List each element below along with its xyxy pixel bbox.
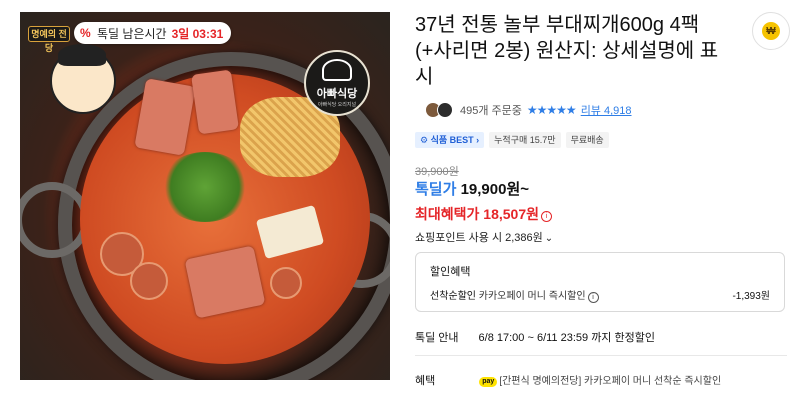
tag-best-label: 식품 BEST <box>430 135 474 145</box>
food-sausage <box>130 262 168 300</box>
info-icon[interactable]: i <box>587 292 599 303</box>
pay-benefit-row: 혜택 pay [간편식 명예의전당] 카카오페이 머니 선착순 즉시할인 <box>415 372 721 388</box>
store-logo-text: 아빠식당 <box>316 87 358 100</box>
deal-period-text: 6/8 17:00 ~ 6/11 23:59 까지 한정할인 <box>478 332 655 344</box>
info-icon[interactable]: i <box>541 211 552 222</box>
chef-illustration <box>50 44 116 114</box>
timer-label: 톡딜 남은시간 <box>97 26 167 41</box>
coin-button[interactable]: ₩ <box>752 12 790 50</box>
deal-price-value: 19,900원~ <box>460 181 530 198</box>
chef-hat-icon <box>322 58 352 81</box>
max-benefit-text: 최대혜택가 18,507원 <box>415 206 539 222</box>
percent-icon: % <box>80 26 91 40</box>
deal-price: 톡딜가 19,900원~ <box>415 178 529 199</box>
store-logo-sub: 아빠식당 오리지널 <box>317 101 357 108</box>
benefit-line-label: 선착순할인 <box>430 291 476 302</box>
benefit-box: 할인혜택 선착순할인 카카오페이 머니 즉시할인 i -1,393원 <box>415 252 785 312</box>
deal-period-label: 톡딜 안내 <box>415 332 459 344</box>
max-benefit-price[interactable]: 최대혜택가 18,507원 i <box>415 204 552 224</box>
points-text: 쇼핑포인트 사용 시 2,386원 <box>415 232 543 244</box>
pay-benefit-text: [간편식 명예의전당] 카카오페이 머니 선착순 즉시할인 <box>499 376 722 387</box>
won-coin-icon: ₩ <box>762 22 780 40</box>
food-herb <box>160 152 250 222</box>
benefit-line: 선착순할인 카카오페이 머니 즉시할인 i <box>430 287 599 303</box>
order-count: 495개 주문중 <box>460 105 522 117</box>
benefit-line-text: 카카오페이 머니 즉시할인 <box>478 291 586 302</box>
deal-period-row: 톡딜 안내 6/8 17:00 ~ 6/11 23:59 까지 한정할인 <box>415 329 655 345</box>
timer-value: 3일 03:31 <box>171 26 224 41</box>
divider <box>415 355 787 356</box>
deal-price-label: 톡딜가 <box>415 181 457 198</box>
tag-cumulative: 누적구매 15.7만 <box>489 132 561 148</box>
benefit-amount: -1,393원 <box>732 291 770 302</box>
famous-badge: 명예의 전당 <box>28 26 70 53</box>
food-spam <box>191 69 239 135</box>
tags-row: ⚙ 식품 BEST › 누적구매 15.7만 무료배송 <box>415 132 609 148</box>
rating-row: 495개 주문중 ★★★★★ 리뷰 4,918 <box>425 102 632 118</box>
pay-benefit-label: 혜택 <box>415 375 436 387</box>
chevron-down-icon: ⌄ <box>544 233 554 244</box>
pay-benefit-content: pay [간편식 명예의전당] 카카오페이 머니 선착순 즉시할인 <box>479 372 721 388</box>
food-sausage <box>270 267 302 299</box>
benefit-title: 할인혜택 <box>430 266 471 278</box>
product-title: 37년 전통 놀부 부대찌개600g 4팩(+사리면 2봉) 원산지: 상세설명… <box>415 14 719 88</box>
avatar <box>437 102 453 118</box>
deal-timer: % 톡딜 남은시간 3일 03:31 <box>74 22 232 44</box>
original-price: 39,900원 <box>415 166 459 178</box>
review-link[interactable]: 리뷰 4,918 <box>581 102 632 118</box>
points-row[interactable]: 쇼핑포인트 사용 시 2,386원 ⌄ <box>415 229 553 245</box>
store-logo: 아빠식당 아빠식당 오리지널 <box>304 50 370 116</box>
product-image[interactable]: 명예의 전당 % 톡딜 남은시간 3일 03:31 아빠식당 아빠식당 오리지널 <box>20 12 390 380</box>
tag-free-shipping: 무료배송 <box>565 132 609 148</box>
star-rating: ★★★★★ <box>526 103 577 117</box>
buyer-avatars <box>425 102 453 118</box>
tag-best[interactable]: ⚙ 식품 BEST › <box>415 132 485 148</box>
kakaopay-badge: pay <box>479 377 498 387</box>
